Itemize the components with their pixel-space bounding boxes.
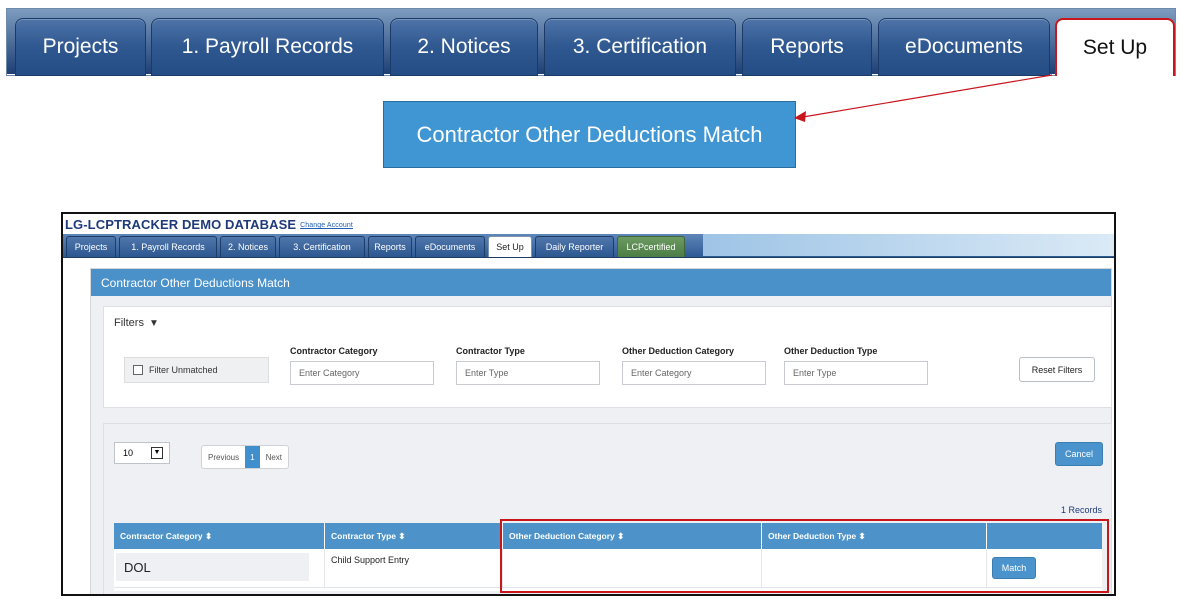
app-tab-certification[interactable]: 3. Certification — [279, 236, 365, 257]
contractor-category-value: DOL — [116, 553, 309, 581]
tab-reports[interactable]: Reports — [742, 18, 872, 76]
tab-payroll-records[interactable]: 1. Payroll Records — [151, 18, 384, 76]
column-other-deduction-category[interactable]: Other Deduction Category ⬍ — [503, 523, 762, 549]
app-tab-edocuments[interactable]: eDocuments — [415, 236, 485, 257]
contractor-type-input[interactable]: Enter Type — [456, 361, 600, 385]
database-name: LG-LCPTRACKER DEMO DATABASE — [65, 217, 297, 232]
tab-set-up[interactable]: Set Up — [1055, 18, 1175, 76]
pagination: Previous 1 Next — [201, 445, 290, 469]
app-tab-reports[interactable]: Reports — [368, 236, 412, 257]
column-action — [987, 523, 1102, 549]
cancel-button[interactable]: Cancel — [1055, 442, 1103, 466]
reset-filters-button[interactable]: Reset Filters — [1019, 357, 1095, 382]
app-tab-payroll-records[interactable]: 1. Payroll Records — [119, 236, 217, 257]
app-tab-set-up[interactable]: Set Up — [488, 236, 532, 257]
main-panel: Contractor Other Deductions Match Filter… — [90, 268, 1112, 594]
contractor-category-input[interactable]: Enter Category — [290, 361, 434, 385]
filters-label: Filters — [114, 317, 144, 329]
contractor-category-label: Contractor Category — [290, 346, 378, 356]
filters-heading: Filters ▼ — [114, 317, 159, 329]
previous-page-button[interactable]: Previous — [202, 446, 245, 468]
tab-projects[interactable]: Projects — [15, 18, 146, 76]
next-page-button[interactable]: Next — [260, 446, 288, 468]
page-size-value: 10 — [123, 448, 134, 458]
app-tab-daily-reporter[interactable]: Daily Reporter — [535, 236, 614, 257]
other-deduction-category-input[interactable]: Enter Category — [622, 361, 766, 385]
database-title: LG-LCPTRACKER DEMO DATABASE Change Accoun… — [65, 217, 353, 232]
table-row: DOL Child Support Entry Match — [114, 549, 1102, 588]
other-deduction-category-label: Other Deduction Category — [622, 346, 735, 356]
tab-edocuments[interactable]: eDocuments — [878, 18, 1050, 76]
tab-bar-band — [703, 234, 1114, 256]
chevron-down-icon[interactable]: ▼ — [151, 447, 163, 459]
table-header: Contractor Category ⬍ Contractor Type ⬍ … — [114, 523, 1102, 549]
column-other-deduction-type[interactable]: Other Deduction Type ⬍ — [762, 523, 987, 549]
tab-notices[interactable]: 2. Notices — [390, 18, 538, 76]
callout-contractor-other-deductions-match[interactable]: Contractor Other Deductions Match — [383, 101, 796, 168]
app-tab-notices[interactable]: 2. Notices — [220, 236, 276, 257]
panel-title: Contractor Other Deductions Match — [91, 269, 1111, 296]
page-size-select[interactable]: 10 ▼ — [114, 442, 170, 464]
filter-unmatched-label: Filter Unmatched — [149, 365, 218, 375]
app-tab-projects[interactable]: Projects — [66, 236, 116, 257]
contractor-type-label: Contractor Type — [456, 346, 525, 356]
contractor-type-value: Child Support Entry — [331, 555, 410, 565]
results-section: 10 ▼ Previous 1 Next Cancel 1 Records Co… — [103, 423, 1112, 594]
match-button[interactable]: Match — [992, 557, 1036, 579]
app-tab-bar: Projects 1. Payroll Records 2. Notices 3… — [63, 234, 1114, 258]
cell-other-deduction-category[interactable] — [503, 549, 762, 587]
cell-other-deduction-type[interactable] — [762, 549, 987, 587]
records-count: 1 Records — [1060, 505, 1102, 515]
other-deduction-type-input[interactable]: Enter Type — [784, 361, 928, 385]
filters-section: Filters ▼ Filter Unmatched Contractor Ca… — [103, 306, 1112, 408]
filter-unmatched-checkbox[interactable] — [133, 365, 143, 375]
app-screenshot: LG-LCPTRACKER DEMO DATABASE Change Accoun… — [61, 212, 1116, 596]
column-contractor-type[interactable]: Contractor Type ⬍ — [325, 523, 503, 549]
change-account-link[interactable]: Change Account — [300, 222, 353, 229]
current-page-button[interactable]: 1 — [245, 446, 260, 468]
filter-icon: ▼ — [149, 318, 159, 329]
tab-certification[interactable]: 3. Certification — [544, 18, 736, 76]
app-tab-lcpcertified[interactable]: LCPcertified — [617, 236, 685, 257]
cell-contractor-category: DOL — [114, 549, 325, 587]
main-tab-bar: Projects 1. Payroll Records 2. Notices 3… — [6, 8, 1176, 76]
filter-unmatched-toggle[interactable]: Filter Unmatched — [124, 357, 269, 383]
column-contractor-category[interactable]: Contractor Category ⬍ — [114, 523, 325, 549]
other-deduction-type-label: Other Deduction Type — [784, 346, 878, 356]
cell-contractor-type: Child Support Entry — [325, 549, 503, 587]
results-table: Contractor Category ⬍ Contractor Type ⬍ … — [114, 523, 1102, 591]
cell-action: Match — [987, 549, 1102, 587]
